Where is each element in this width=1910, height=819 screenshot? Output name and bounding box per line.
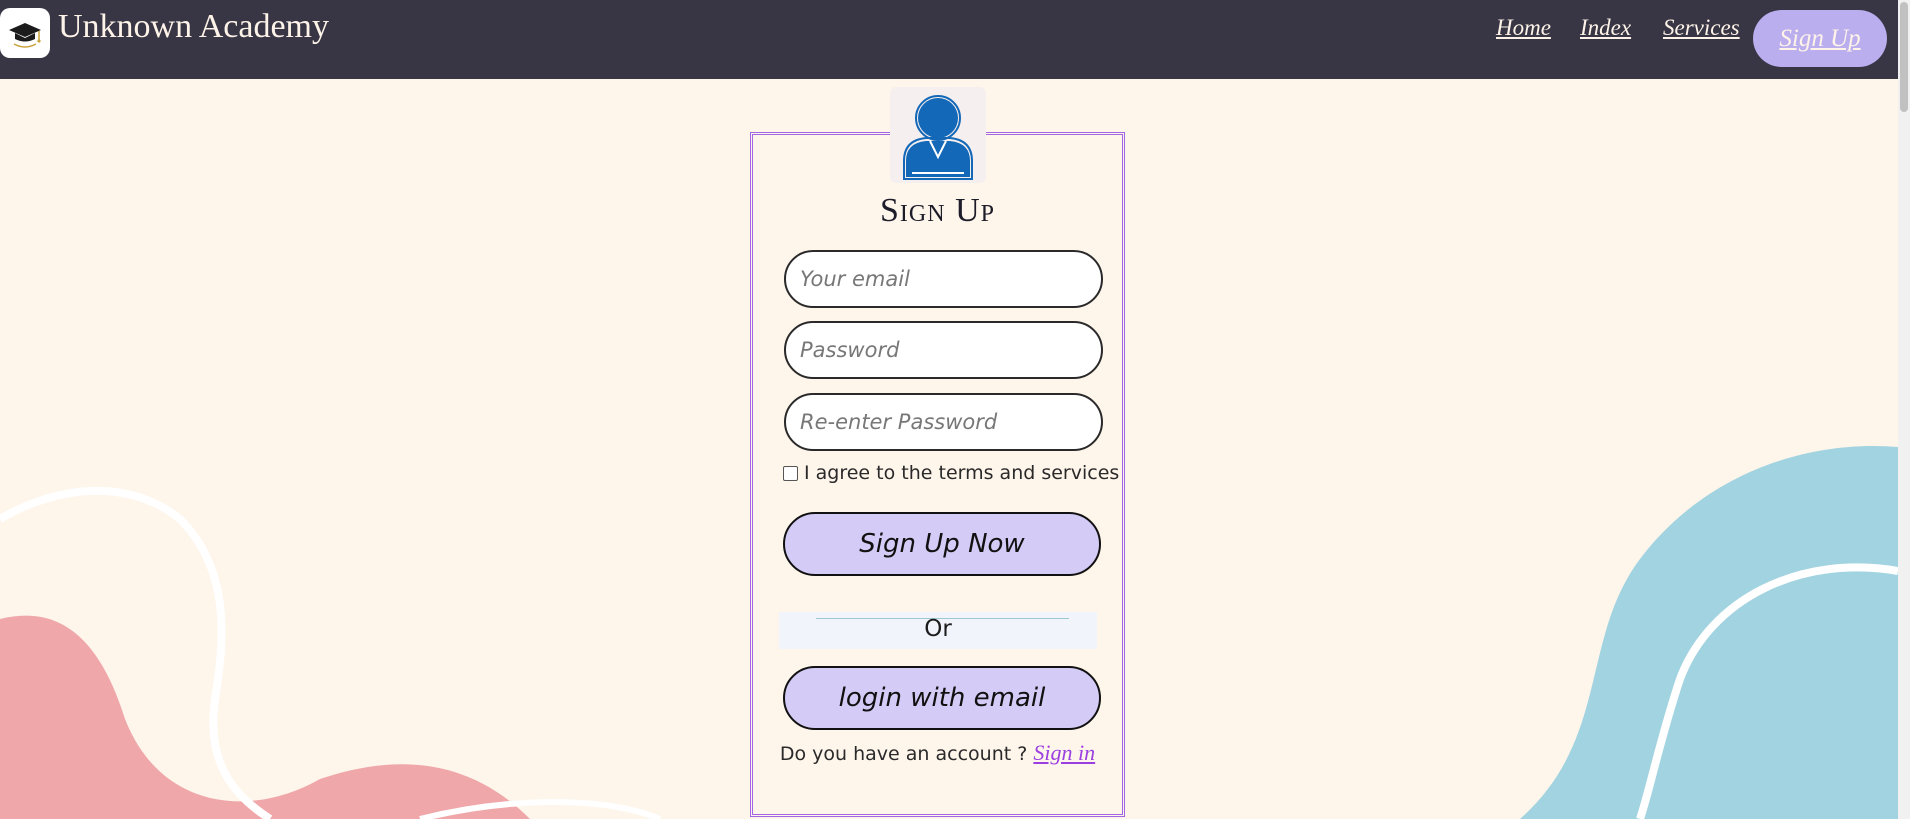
or-divider: Or	[779, 612, 1097, 649]
login-with-email-label: login with email	[838, 683, 1046, 713]
signup-now-label: Sign Up Now	[859, 529, 1025, 559]
or-label: Or	[924, 616, 952, 642]
signin-link[interactable]: Sign in	[1033, 740, 1095, 765]
password-field-wrap	[784, 321, 1103, 379]
brand-name[interactable]: Unknown Academy	[58, 8, 329, 46]
reenter-password-field[interactable]	[786, 395, 1101, 449]
email-field[interactable]	[786, 252, 1101, 306]
reenter-password-field-wrap	[784, 393, 1103, 451]
signup-now-button[interactable]: Sign Up Now	[783, 512, 1101, 576]
account-prompt-row: Do you have an account ? Sign in	[750, 740, 1125, 766]
user-icon	[903, 95, 973, 180]
graduation-cap-icon	[9, 23, 41, 48]
account-prompt: Do you have an account ?	[779, 743, 1028, 765]
nav-signup-label: Sign Up	[1779, 25, 1861, 52]
top-navbar: Unknown Academy Home Index Services Sign…	[0, 0, 1898, 79]
scrollbar-thumb[interactable]	[1900, 2, 1908, 112]
scrollbar[interactable]	[1898, 0, 1910, 819]
agree-row: I agree to the terms and services	[783, 462, 1119, 484]
nav-index-link[interactable]: Index	[1580, 15, 1631, 41]
login-with-email-button[interactable]: login with email	[783, 666, 1101, 730]
nav-home-link[interactable]: Home	[1496, 15, 1551, 41]
logo[interactable]	[0, 8, 50, 58]
nav-services-link[interactable]: Services	[1663, 15, 1740, 41]
agree-label[interactable]: I agree to the terms and services	[804, 462, 1119, 484]
agree-checkbox[interactable]	[783, 465, 798, 481]
avatar	[890, 87, 986, 183]
email-field-wrap	[784, 250, 1103, 308]
nav-signup-button[interactable]: Sign Up	[1753, 10, 1887, 67]
signup-title: Sign Up	[880, 192, 995, 229]
password-field[interactable]	[786, 323, 1101, 377]
pink-blob	[0, 615, 530, 819]
